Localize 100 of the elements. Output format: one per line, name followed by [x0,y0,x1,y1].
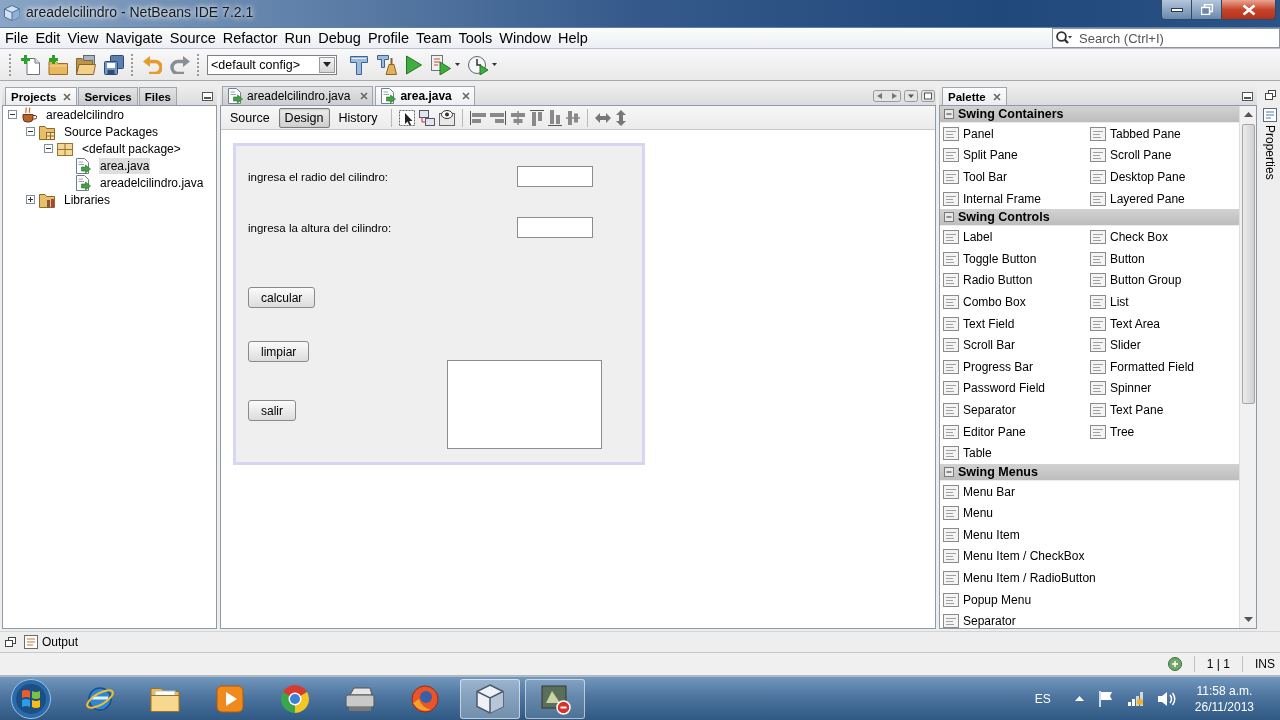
component-entry[interactable]: Label [943,230,993,245]
pulldown-heading[interactable]: Tools [458,28,493,48]
component-entry[interactable]: Tree [1090,424,1135,439]
component-entry[interactable]: Internal Frame [943,191,1042,206]
component-entry[interactable]: Menu Item / RadioButton [943,571,1096,586]
document-tab[interactable]: areadelcilindro.java [222,86,374,105]
category-header[interactable]: Swing Menus [940,463,1239,481]
pulldown-heading[interactable]: Team [416,28,452,48]
component-entry[interactable]: Menu Item [943,527,1020,542]
collapse-icon[interactable] [43,144,53,153]
close-icon[interactable] [360,92,369,100]
taskbar-button[interactable] [525,678,585,719]
pulldown-heading[interactable]: Run [284,28,312,48]
project-node[interactable]: Libraries [63,191,112,208]
close-icon[interactable] [992,92,1001,101]
pulldown-heading[interactable]: Navigate [105,28,163,48]
scroll-down-icon[interactable] [1243,617,1253,622]
component-entry[interactable]: Menu Bar [943,484,1016,499]
close-icon[interactable] [63,92,72,101]
save-all-icon[interactable] [104,54,124,75]
close-button[interactable] [1222,0,1276,20]
language-indicator[interactable]: ES [1034,691,1051,706]
new-file-icon[interactable] [21,54,40,75]
folder-plus-icon[interactable] [48,54,68,75]
pulldown-heading[interactable]: Profile [367,28,409,48]
document-tab[interactable]: area.java [375,86,475,105]
connection-mode-icon[interactable] [419,109,436,126]
component-entry[interactable]: Formatted Field [1090,359,1195,374]
project-node[interactable]: Source Packages [63,123,160,140]
component-entry[interactable]: Separator [943,614,1016,628]
restore-button[interactable] [1192,0,1222,20]
status-icon[interactable] [1167,657,1182,671]
component-entry[interactable]: Spinner [1090,381,1152,396]
caret-icon[interactable] [492,63,497,66]
form-button[interactable]: calcular [248,287,316,308]
output-tab[interactable]: Output [24,635,79,649]
component-entry[interactable]: Menu [943,506,994,521]
center-horizontally-icon[interactable] [510,110,527,125]
collapse-icon[interactable] [25,127,35,136]
expand-icon[interactable] [25,195,35,204]
align-top-icon[interactable] [530,109,545,126]
taskbar-button[interactable] [460,678,520,719]
search-icon[interactable] [1056,31,1072,44]
align-right-icon[interactable] [490,110,507,125]
project-node[interactable]: <default package> [81,140,182,157]
editor-mode-switch[interactable]: History [332,107,384,128]
component-entry[interactable]: Text Field [943,316,1015,331]
component-entry[interactable]: Check Box [1090,230,1169,245]
component-entry[interactable]: Editor Pane [943,424,1026,439]
pulldown-heading[interactable]: Edit [35,28,61,48]
component-entry[interactable]: Separator [943,402,1016,417]
search-field[interactable]: Search (Ctrl+I) [1052,28,1280,48]
component-entry[interactable]: Table [943,446,992,461]
close-icon[interactable] [461,92,470,100]
component-entry[interactable]: List [1090,294,1129,309]
speaker-icon[interactable] [1157,690,1176,707]
maximize-icon[interactable] [921,90,935,102]
component-entry[interactable]: Button Group [1090,273,1182,288]
flag-icon[interactable] [1098,690,1113,707]
component-entry[interactable]: Scroll Bar [943,338,1015,353]
component-entry[interactable]: Button [1090,251,1145,266]
dock-tab[interactable]: Projects [5,87,78,105]
minimize-icon[interactable] [202,91,213,101]
form-button[interactable]: salir [248,400,296,421]
page-play-icon[interactable] [431,54,451,75]
collapse-icon[interactable] [7,110,17,119]
project-node[interactable]: area.java [99,157,151,174]
component-entry[interactable]: Text Pane [1090,402,1164,417]
component-entry[interactable]: Radio Button [943,273,1033,288]
minimize-button[interactable] [1161,0,1192,20]
form-button[interactable]: limpiar [248,341,310,362]
component-entry[interactable]: Desktop Pane [1090,170,1186,184]
scrollbar-thumb[interactable] [1241,124,1255,404]
component-entry[interactable]: Tool Bar [943,170,1008,184]
component-entry[interactable]: Slider [1090,338,1141,353]
clock-button[interactable]: 11:58 a.m. 26/11/2013 [1190,682,1254,715]
category-header[interactable]: Swing Controls [940,209,1239,227]
scroll-up-icon[interactable] [1243,112,1253,117]
hammer-broom-icon[interactable] [377,54,397,75]
pulldown-heading[interactable]: View [67,28,99,48]
category-header[interactable]: Swing Containers [940,106,1239,123]
selection-mode-icon[interactable] [399,109,416,126]
play-icon[interactable] [405,54,423,75]
dock-tab[interactable]: Palette [942,87,1007,105]
editor-mode-switch[interactable]: Source [224,107,276,128]
open-folder-icon[interactable] [76,54,96,75]
side-tab[interactable]: Properties [1263,108,1277,180]
configuration-dropdown[interactable]: <default config> [207,54,337,75]
component-entry[interactable]: Password Field [943,381,1046,396]
component-entry[interactable]: Panel [943,126,994,141]
caret-icon[interactable] [904,90,918,102]
component-entry[interactable]: Scroll Pane [1090,148,1172,163]
pulldown-heading[interactable]: Help [557,28,588,48]
component-entry[interactable]: Split Pane [943,148,1018,163]
pulldown-heading[interactable]: File [5,28,29,48]
component-entry[interactable]: Menu Item / CheckBox [943,549,1085,564]
caret-icon[interactable] [1074,696,1084,701]
component-entry[interactable]: Tabbed Pane [1090,126,1181,141]
pulldown-heading[interactable]: Window [499,28,551,48]
editor-mode-switch[interactable]: Design [278,107,330,128]
